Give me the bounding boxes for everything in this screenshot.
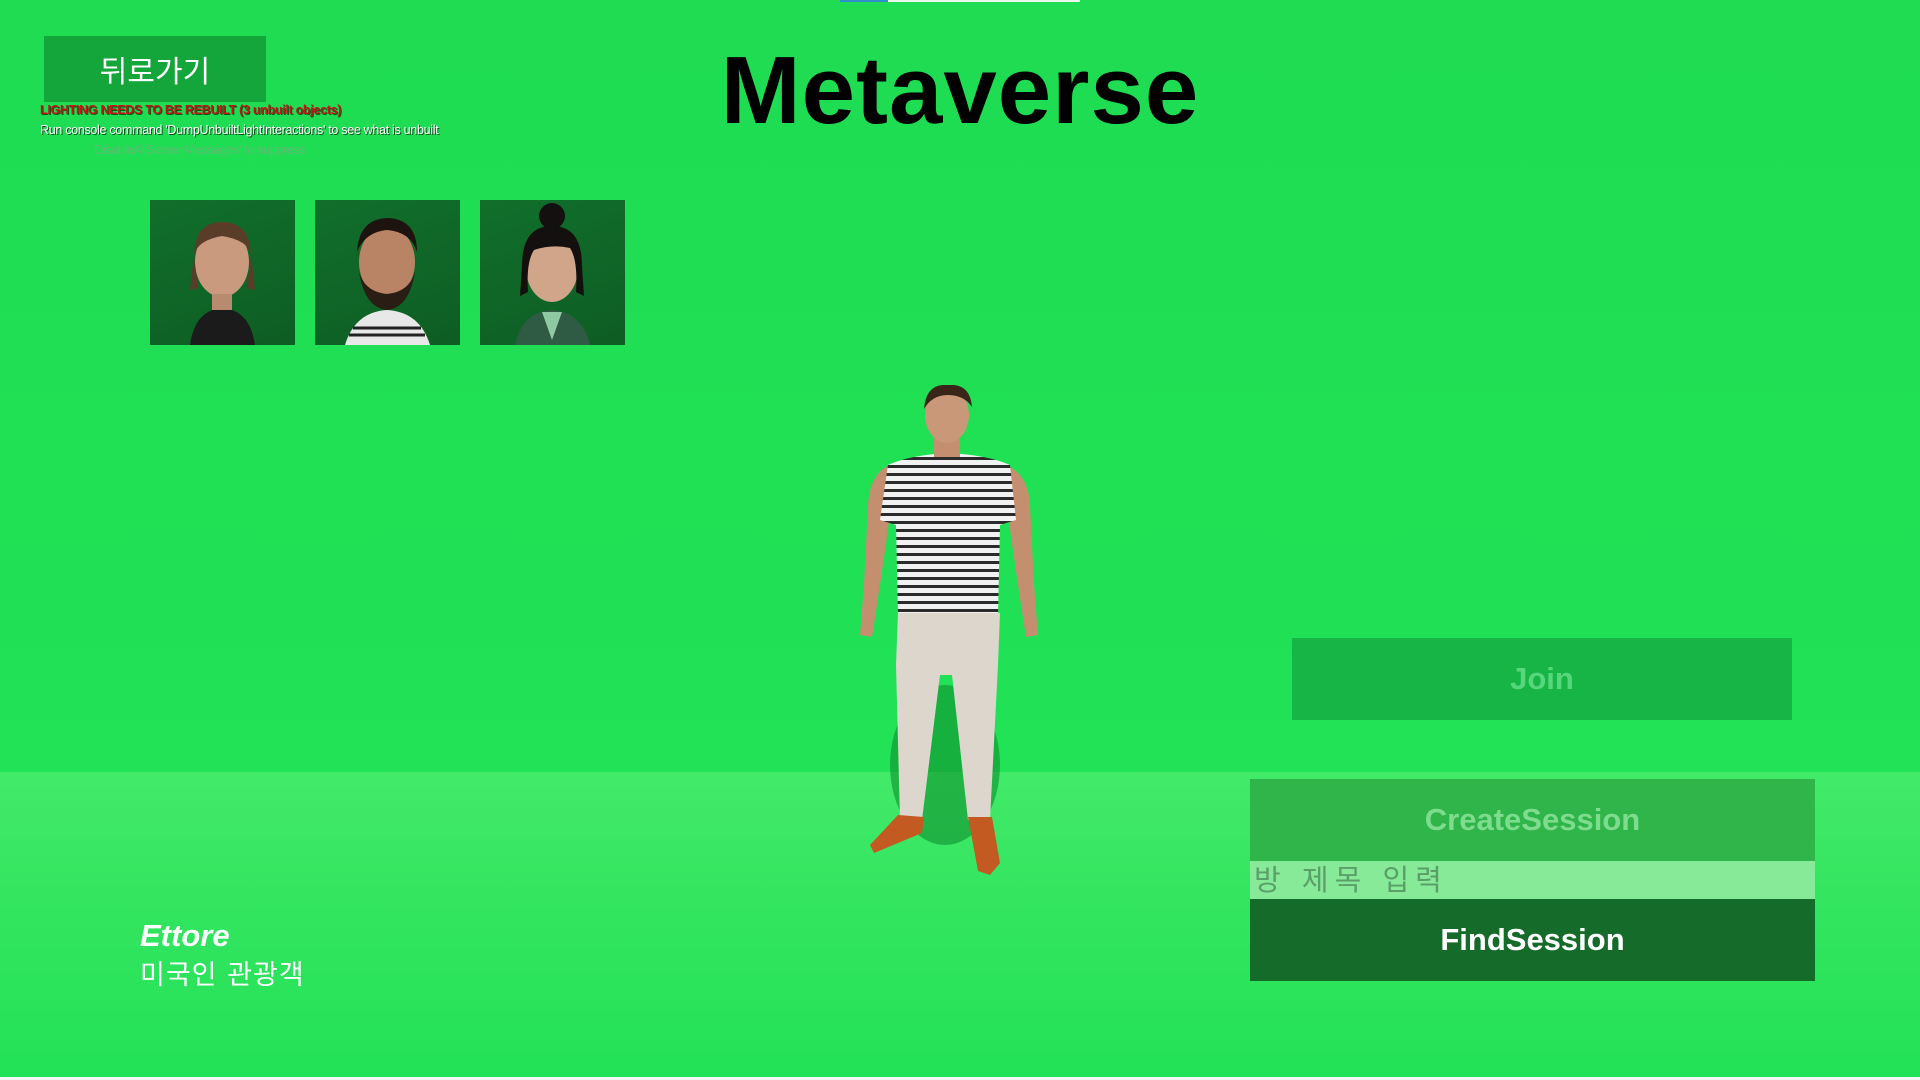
character-portrait-1[interactable]	[150, 200, 295, 345]
loading-progress-fill	[840, 0, 888, 2]
character-portrait-2[interactable]	[315, 200, 460, 345]
character-portrait-3-icon	[515, 203, 590, 345]
create-session-button[interactable]: CreateSession	[1250, 779, 1815, 861]
character-name: Ettore	[140, 918, 230, 953]
character-portrait-1-icon	[190, 222, 255, 345]
character-avatar	[860, 385, 1038, 875]
find-session-button[interactable]: FindSession	[1250, 899, 1815, 981]
character-selector	[150, 200, 625, 345]
character-portrait-2-icon	[345, 218, 430, 345]
join-button[interactable]: Join	[1292, 638, 1792, 720]
loading-progress-bar	[840, 0, 1080, 2]
room-title-input[interactable]	[1250, 861, 1815, 899]
character-description: 미국인 관광객	[140, 960, 305, 991]
page-title: Metaverse	[720, 37, 1200, 144]
character-portrait-3[interactable]	[480, 200, 625, 345]
